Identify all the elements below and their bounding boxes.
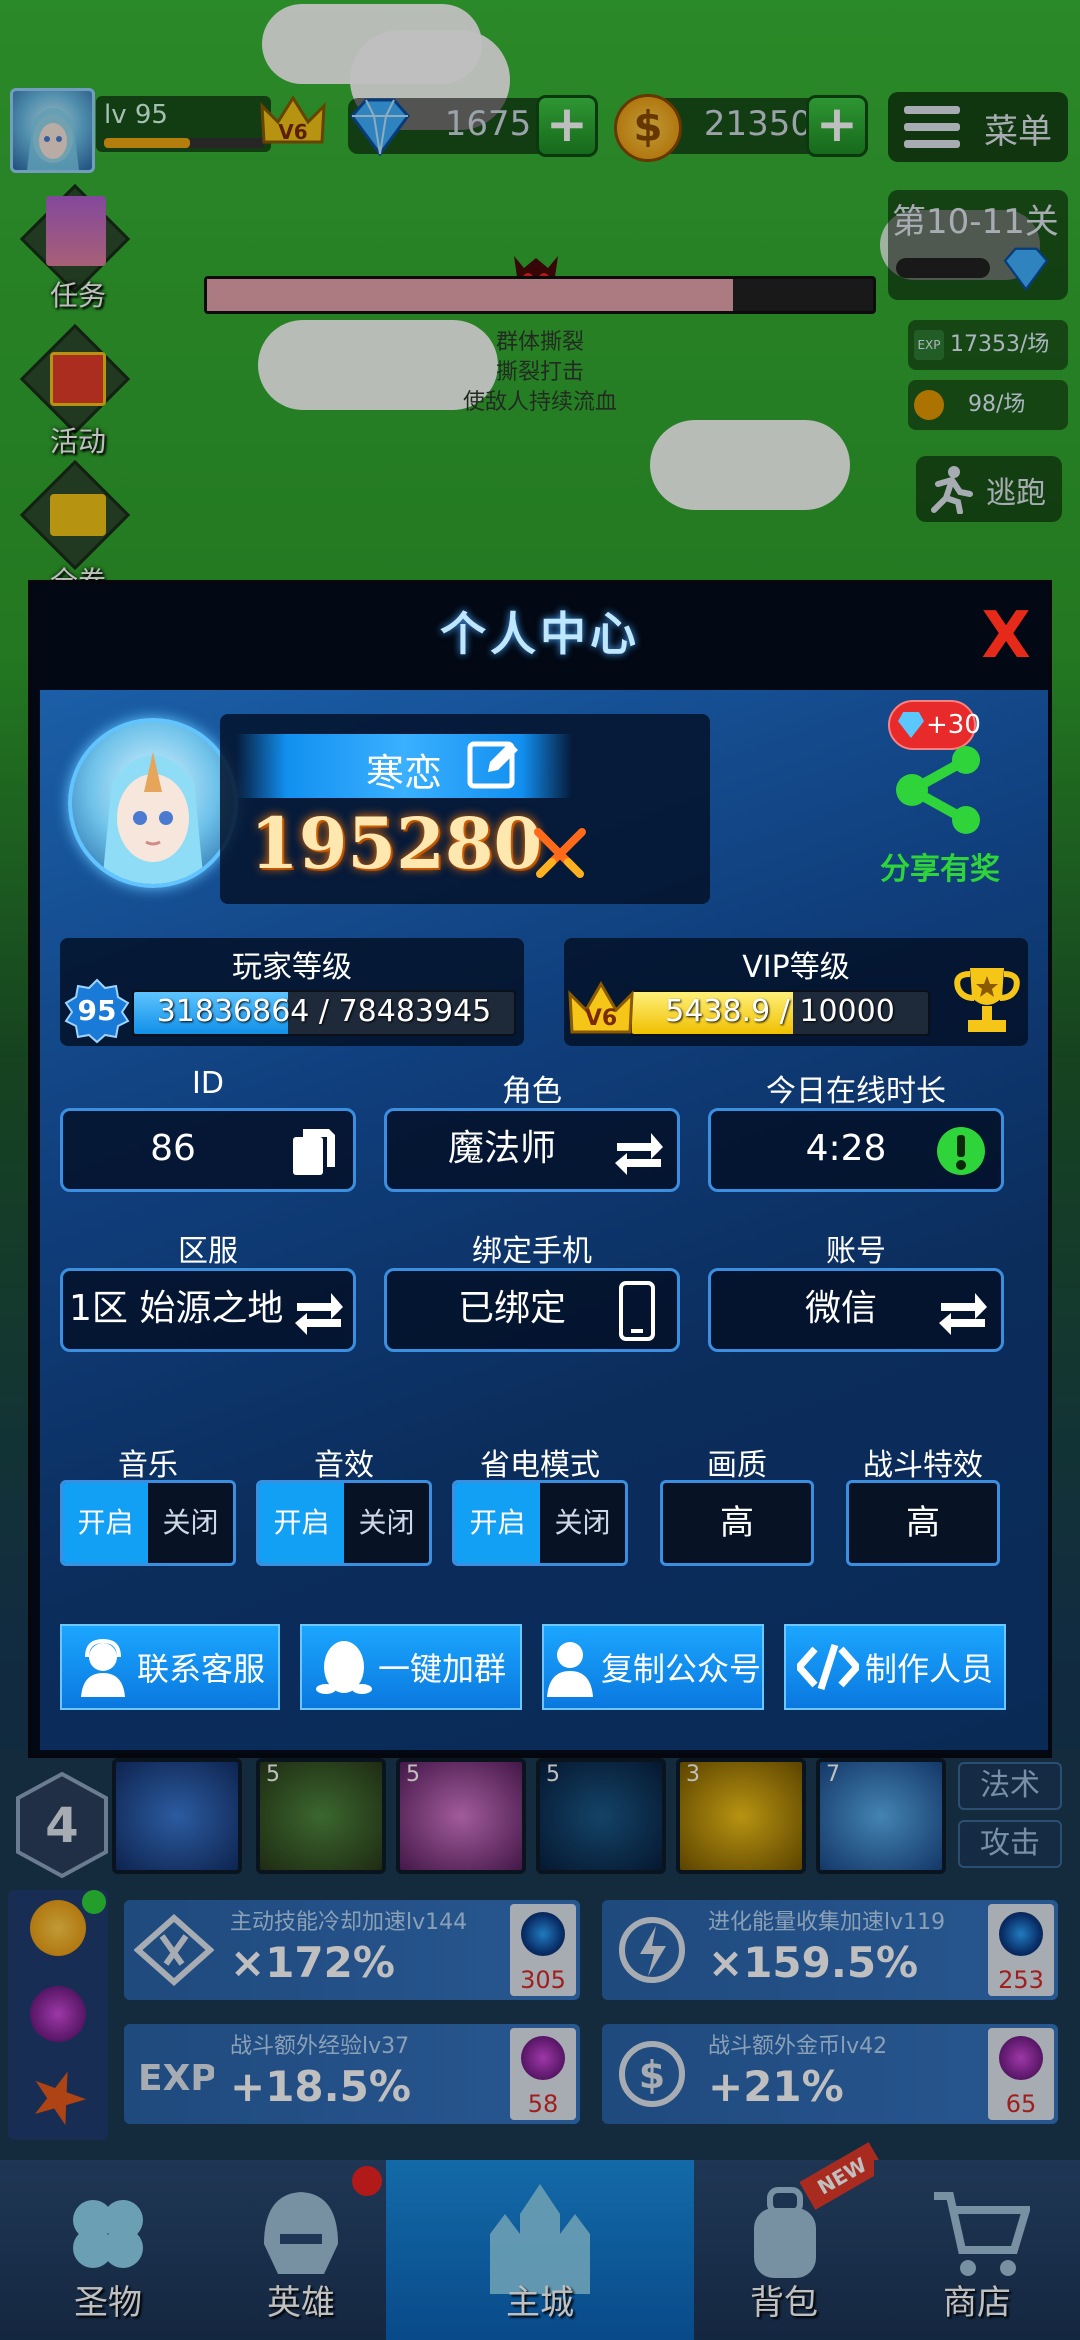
personal-center-dialog: 个人中心 X 寒恋 195280 +30 分享有奖 玩家等级 31836864 … <box>28 580 1052 1758</box>
combat-power: 195280 <box>250 802 543 885</box>
level-badge: 95 <box>64 978 130 1044</box>
online-time-value: 4:28 <box>805 1128 887 1169</box>
id-field: 86 <box>60 1108 356 1192</box>
vip-badge-value: V6 <box>584 1006 618 1031</box>
battle-fx-label: 战斗特效 <box>863 1448 983 1483</box>
phone-field[interactable]: 已绑定 <box>384 1268 680 1352</box>
vip-level-panel: VIP等级 5438.9 / 10000 V6 <box>564 938 1028 1046</box>
player-level-panel: 玩家等级 31836864 / 78483945 95 <box>60 938 524 1046</box>
power-save-label: 省电模式 <box>480 1448 600 1483</box>
field-label-online: 今日在线时长 <box>766 1074 946 1109</box>
music-label: 音乐 <box>118 1448 178 1483</box>
quality-label: 画质 <box>707 1448 767 1483</box>
sfx-off[interactable]: 关闭 <box>344 1483 429 1563</box>
edit-icon <box>467 741 518 789</box>
music-off[interactable]: 关闭 <box>148 1483 233 1563</box>
field-label-role: 角色 <box>502 1074 562 1109</box>
join-group-label: 一键加群 <box>377 1650 506 1688</box>
swap-icon[interactable] <box>613 1125 665 1177</box>
field-label-phone: 绑定手机 <box>472 1234 592 1269</box>
dialog-body: 寒恋 195280 +30 分享有奖 玩家等级 31836864 / 78483… <box>40 690 1048 1750</box>
contact-support-button[interactable]: 联系客服 <box>60 1624 280 1710</box>
sfx-on[interactable]: 开启 <box>259 1483 344 1563</box>
join-group-button[interactable]: 一键加群 <box>300 1624 522 1710</box>
level-badge-value: 95 <box>77 994 117 1027</box>
player-exp-text: 31836864 / 78483945 <box>156 994 492 1029</box>
alert-icon[interactable] <box>935 1125 987 1177</box>
power-save-on[interactable]: 开启 <box>455 1483 540 1563</box>
phone-icon <box>619 1281 655 1341</box>
field-label-id: ID <box>192 1066 224 1101</box>
profile-avatar[interactable] <box>68 718 238 888</box>
copy-official-account-label: 复制公众号 <box>600 1650 761 1688</box>
share-label: 分享有奖 <box>880 852 1000 887</box>
power-save-toggle[interactable]: 开启 关闭 <box>452 1480 628 1566</box>
trophy-icon[interactable] <box>952 962 1022 1038</box>
copy-official-account-button[interactable]: 复制公众号 <box>542 1624 764 1710</box>
field-label-server: 区服 <box>178 1234 238 1269</box>
close-button[interactable]: X <box>976 604 1036 668</box>
battle-fx-select[interactable]: 高 <box>846 1480 1000 1566</box>
contact-support-label: 联系客服 <box>136 1650 265 1688</box>
user-icon <box>546 1642 593 1697</box>
account-field[interactable]: 微信 <box>708 1268 1004 1352</box>
power-save-off[interactable]: 关闭 <box>540 1483 625 1563</box>
support-icon <box>80 1638 125 1697</box>
crossed-swords-icon <box>532 826 588 882</box>
server-field[interactable]: 1区 始源之地 <box>60 1268 356 1352</box>
credits-label: 制作人员 <box>864 1650 993 1688</box>
server-value: 1区 始源之地 <box>69 1288 284 1329</box>
quality-select[interactable]: 高 <box>660 1480 814 1566</box>
vip-points-text: 5438.9 / 10000 <box>665 994 895 1029</box>
role-value: 魔法师 <box>447 1128 556 1169</box>
music-on[interactable]: 开启 <box>63 1483 148 1563</box>
dialog-title: 个人中心 <box>440 607 640 661</box>
sfx-toggle[interactable]: 开启 关闭 <box>256 1480 432 1566</box>
role-field[interactable]: 魔法师 <box>384 1108 680 1192</box>
credits-button[interactable]: 制作人员 <box>784 1624 1006 1710</box>
phone-value: 已绑定 <box>457 1288 566 1329</box>
swap-icon[interactable] <box>937 1285 989 1337</box>
share-button[interactable] <box>880 724 1000 854</box>
id-value: 86 <box>150 1128 196 1169</box>
edit-name-button[interactable] <box>464 734 524 794</box>
qq-penguin-icon <box>315 1641 372 1694</box>
swap-icon[interactable] <box>293 1285 345 1337</box>
vip-crown-icon: V6 <box>566 976 636 1042</box>
account-value: 微信 <box>804 1288 877 1329</box>
online-time-field: 4:28 <box>708 1108 1004 1192</box>
copy-icon[interactable] <box>289 1125 339 1179</box>
share-icon <box>896 746 980 834</box>
field-label-account: 账号 <box>826 1234 886 1269</box>
sfx-label: 音效 <box>314 1448 374 1483</box>
music-toggle[interactable]: 开启 关闭 <box>60 1480 236 1566</box>
code-wrench-icon <box>796 1643 859 1691</box>
